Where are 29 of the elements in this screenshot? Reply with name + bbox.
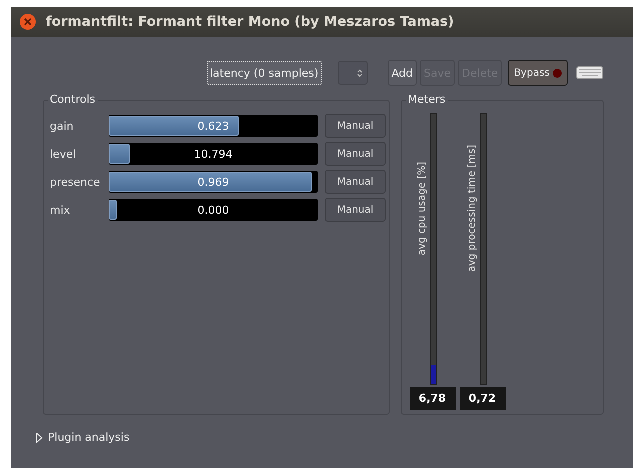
control-label: mix (50, 204, 72, 216)
value-slider[interactable]: 0.000 (109, 199, 318, 221)
control-label: level (50, 148, 78, 160)
latency-button[interactable]: latency (0 samples) (207, 61, 322, 85)
bypass-button[interactable]: Bypass (508, 60, 568, 86)
slider-value: 0.623 (198, 120, 230, 132)
slider-value: 10.794 (194, 148, 233, 160)
toolbar-button[interactable]: Add (388, 60, 418, 86)
meter-value: 6,78 (410, 387, 456, 410)
meter-label: avg cpu usage [%] (416, 162, 428, 256)
close-icon[interactable] (20, 14, 36, 30)
keyboard-icon[interactable] (576, 65, 604, 81)
manual-button[interactable]: Manual (325, 170, 386, 194)
window-title: formantfilt: Formant filter Mono (by Meszaros Tamas) (46, 14, 454, 30)
slider-value: 0.000 (198, 204, 230, 216)
manual-button[interactable]: Manual (325, 198, 386, 222)
value-slider[interactable]: 0.623 (109, 115, 318, 137)
slider-value: 0.969 (198, 176, 230, 188)
value-slider[interactable]: 10.794 (109, 143, 318, 165)
manual-button[interactable]: Manual (325, 142, 386, 166)
group-title: Controls (48, 93, 98, 106)
control-label: gain (50, 120, 75, 132)
meter-label: avg processing time [ms] (466, 144, 478, 272)
group-title: Meters (406, 93, 448, 106)
value-slider[interactable]: 0.969 (109, 171, 318, 193)
expander[interactable]: Plugin analysis (36, 431, 633, 444)
control-label: presence (50, 176, 102, 188)
manual-button[interactable]: Manual (325, 114, 386, 138)
meter-value: 0,72 (460, 387, 506, 410)
